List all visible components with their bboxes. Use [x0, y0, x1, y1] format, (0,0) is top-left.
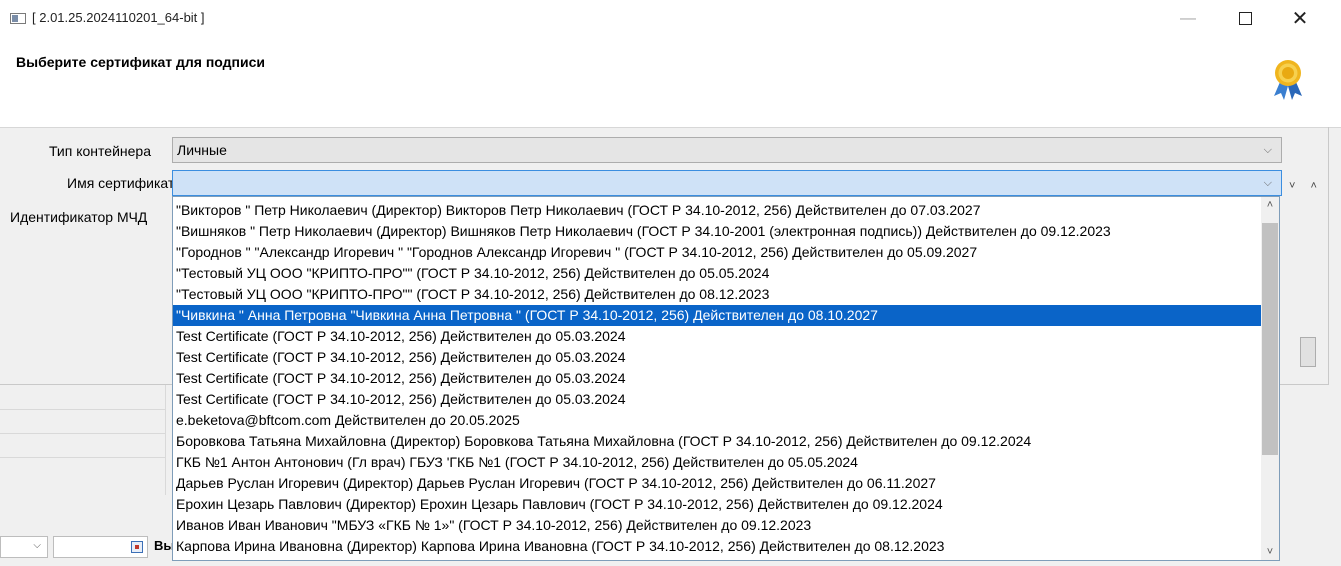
certificate-name-label: Имя сертификата	[67, 175, 182, 191]
certificate-list-item[interactable]: "Тестовый УЦ ООО "КРИПТО-ПРО"" (ГОСТ Р 3…	[173, 284, 1261, 305]
certificate-list-item[interactable]: Test Certificate (ГОСТ Р 34.10-2012, 256…	[173, 347, 1261, 368]
maximize-button[interactable]	[1222, 0, 1268, 38]
certificate-list-item[interactable]: Дарьев Руслан Игоревич (Директор) Дарьев…	[173, 473, 1261, 494]
list-scrollbar[interactable]: ˄ ˅	[1261, 197, 1279, 560]
certificate-list-item[interactable]: ГКБ №1 Антон Антонович (Гл врач) ГБУЗ 'Г…	[173, 452, 1261, 473]
dialog-header: Выберите сертификат для подписи	[0, 38, 1341, 128]
certificate-dropdown-list[interactable]: ˄ ˅ "Викторов " Петр Николаевич (Директо…	[172, 196, 1280, 561]
mcd-identifier-label: Идентификатор МЧД	[10, 209, 148, 225]
certificate-list-item[interactable]: Test Certificate (ГОСТ Р 34.10-2012, 256…	[173, 326, 1261, 347]
title-bar: [ 2.01.25.2024110201_64-bit ] — ✕	[0, 0, 1341, 38]
dialog-heading: Выберите сертификат для подписи	[16, 54, 265, 70]
award-medal-icon	[1274, 60, 1302, 100]
certificate-list-item[interactable]: Test Certificate (ГОСТ Р 34.10-2012, 256…	[173, 368, 1261, 389]
calendar-icon[interactable]	[131, 541, 143, 553]
chevron-down-icon: ⌵	[33, 540, 41, 551]
certificate-name-select[interactable]: ⌵	[172, 170, 1282, 196]
certificate-list-item[interactable]: "Городнов " "Александр Игоревич " "Город…	[173, 242, 1261, 263]
window-title: [ 2.01.25.2024110201_64-bit ]	[32, 10, 205, 25]
certificate-list-item[interactable]: Test Certificate (ГОСТ Р 34.10-2012, 256…	[173, 389, 1261, 410]
certificate-list-item[interactable]: "Тестовый УЦ ООО "КРИПТО-ПРО"" (ГОСТ Р 3…	[173, 263, 1261, 284]
minimize-button[interactable]: —	[1165, 0, 1211, 38]
background-column-divider	[165, 385, 166, 495]
certificate-list-item-selected[interactable]: "Чивкина " Анна Петровна "Чивкина Анна П…	[173, 305, 1261, 326]
certificate-list-item[interactable]: Иванов Иван Иванович "МБУЗ «ГКБ № 1»" (Г…	[173, 515, 1261, 536]
certificate-list-item[interactable]: "Викторов " Петр Николаевич (Директор) В…	[173, 200, 1261, 221]
certificate-list-item[interactable]: Боровкова Татьяна Михайловна (Директор) …	[173, 431, 1261, 452]
expand-collapse-arrows[interactable]: ˅ ˄	[1289, 180, 1323, 192]
scrollbar-thumb[interactable]	[1262, 223, 1278, 455]
scroll-down-icon[interactable]: ˅	[1261, 546, 1279, 558]
background-row-divider	[0, 409, 165, 410]
app-window-icon	[10, 13, 26, 24]
certificate-list-item[interactable]: Ерохин Цезарь Павлович (Директор) Ерохин…	[173, 494, 1261, 515]
scroll-up-icon[interactable]: ˄	[1261, 199, 1279, 211]
close-button[interactable]: ✕	[1277, 0, 1323, 38]
background-dropdown[interactable]: ⌵	[0, 536, 48, 558]
certificate-list-item[interactable]: "Вишняков " Петр Николаевич (Директор) В…	[173, 221, 1261, 242]
certificate-list-item[interactable]: Карпова Ирина Ивановна (Директор) Карпов…	[173, 536, 1261, 557]
background-date-field[interactable]	[53, 536, 148, 558]
container-type-select[interactable]: Личные ⌵	[172, 137, 1282, 163]
certificate-list-item[interactable]: e.beketova@bftcom.com Действителен до 20…	[173, 410, 1261, 431]
chevron-down-icon: ⌵	[1263, 144, 1272, 156]
dialog-border	[1328, 127, 1329, 385]
background-row-divider	[0, 457, 165, 458]
container-type-label: Тип контейнера	[49, 143, 151, 159]
container-type-value: Личные	[177, 142, 227, 158]
dialog-button[interactable]	[1300, 337, 1316, 367]
maximize-icon	[1238, 12, 1252, 26]
background-row-divider	[0, 433, 165, 434]
chevron-down-icon: ⌵	[1263, 177, 1272, 189]
